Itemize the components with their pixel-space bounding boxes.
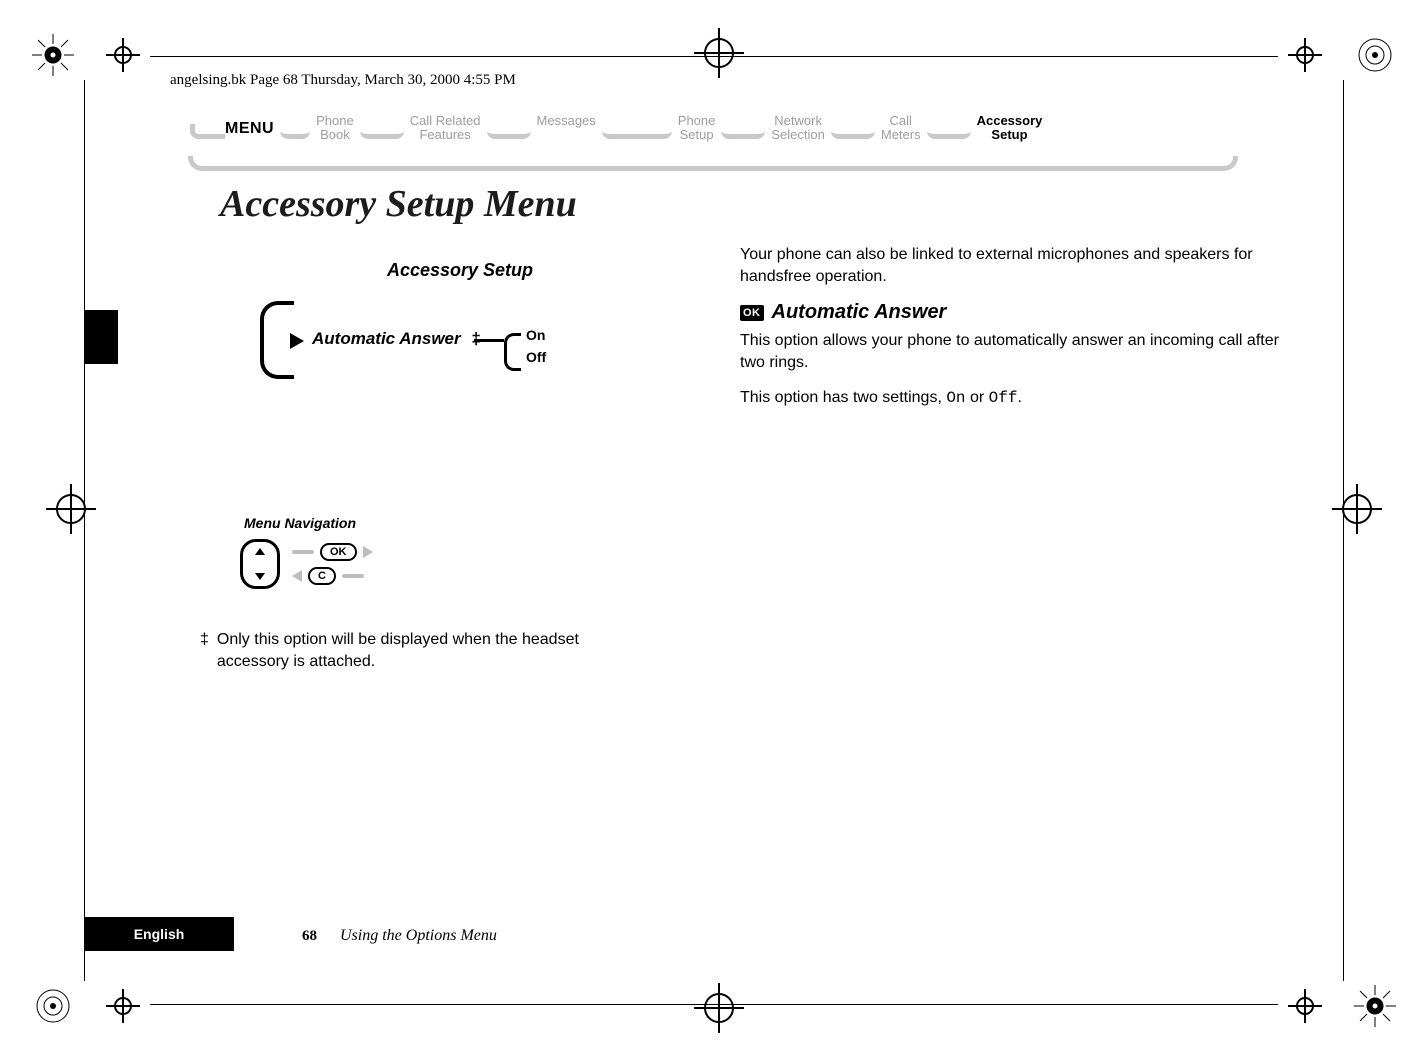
footnote-text: Only this option will be displayed when … (217, 629, 640, 672)
footnote: ‡ Only this option will be displayed whe… (200, 629, 640, 672)
menu-navigation-title: Menu Navigation (244, 515, 680, 531)
crumb-line2: Setup (680, 128, 714, 142)
menu-band: MENU PhoneBook Call RelatedFeatures Mess… (190, 114, 1238, 162)
diagram-heading: Accessory Setup (240, 260, 680, 281)
connector-icon (360, 124, 404, 139)
connector-icon (602, 124, 672, 139)
subheading-automatic-answer: Automatic Answer (772, 301, 947, 324)
bar-icon (342, 574, 364, 578)
connector-icon (190, 124, 225, 139)
ok-button-icon: OK (320, 543, 357, 561)
tree-item-label: Automatic Answer (312, 329, 461, 348)
crumb-line1: Network (774, 114, 822, 128)
code-off: Off (989, 389, 1018, 407)
paragraph-2: This option has two settings, On or Off. (740, 387, 1280, 410)
tree-subline-icon (474, 339, 504, 342)
p2-part-a: This option has two settings, (740, 389, 946, 406)
footer-section-title: Using the Options Menu (340, 927, 497, 945)
register-mark-bottom (690, 979, 748, 1037)
ok-badge-icon: OK (740, 305, 764, 321)
phi-mark-tl (106, 38, 140, 72)
p2-part-mid: or (966, 389, 989, 406)
connector-icon (487, 124, 531, 139)
subheading-row: OK Automatic Answer (740, 301, 1280, 324)
connector-icon (721, 124, 765, 139)
section-tab (84, 310, 118, 364)
page-number: 68 (302, 928, 317, 945)
nav-c-row: C (292, 567, 373, 585)
right-column: Your phone can also be linked to externa… (740, 244, 1280, 424)
nav-ok-row: OK (292, 543, 373, 561)
bar-icon (292, 550, 314, 554)
left-column: Accessory Setup Automatic Answer ‡ On Of… (200, 260, 680, 672)
crumb-line2: Features (419, 128, 470, 142)
code-on: On (946, 389, 965, 407)
crumb-line2: Selection (771, 128, 824, 142)
crop-line-right (1343, 80, 1344, 981)
crumb-messages: Messages (531, 114, 602, 128)
phi-mark-bl (106, 989, 140, 1023)
crop-line-top (150, 56, 1278, 57)
crumb-line1: Messages (537, 114, 596, 128)
dpad-icon (240, 539, 280, 589)
registration-sun-br (1352, 983, 1398, 1029)
menu-tree-diagram: Automatic Answer ‡ On Off (260, 295, 680, 415)
crumb-line1: Call (890, 114, 912, 128)
paragraph-1: This option allows your phone to automat… (740, 330, 1280, 373)
tree-root-bracket-icon (260, 301, 294, 379)
crumb-line2: Meters (881, 128, 921, 142)
crop-line-bottom (150, 1004, 1278, 1005)
p2-part-b: . (1017, 389, 1021, 406)
connector-icon (831, 124, 875, 139)
footnote-mark: ‡ (200, 629, 209, 672)
c-button-icon: C (308, 567, 336, 585)
nav-buttons: OK C (292, 543, 373, 585)
crumb-call-meters: CallMeters (875, 114, 927, 141)
tree-subbracket-icon (504, 333, 521, 371)
connector-icon (280, 124, 310, 139)
connector-icon (927, 124, 971, 139)
crumb-line1: Accessory (977, 114, 1043, 128)
crumb-network-selection: NetworkSelection (765, 114, 830, 141)
crumb-line2: Setup (991, 128, 1027, 142)
crumb-line1: Phone (316, 114, 354, 128)
arrow-left-icon (292, 570, 302, 582)
register-mark-left (42, 480, 100, 538)
registration-sun-tl (30, 32, 76, 78)
crop-line-left (84, 80, 85, 981)
tree-option-on: On (526, 327, 545, 343)
tree-arrow-icon (290, 333, 304, 349)
menu-navigation-block: Menu Navigation OK C (240, 515, 680, 589)
crumb-call-related-features: Call RelatedFeatures (404, 114, 487, 141)
crumb-line1: Call Related (410, 114, 481, 128)
phi-mark-br (1288, 989, 1322, 1023)
phi-mark-tr (1288, 38, 1322, 72)
registration-sun-bl (30, 983, 76, 1029)
page-title: Accessory Setup Menu (220, 182, 577, 226)
registration-sun-tr (1352, 32, 1398, 78)
crumb-phone-book: PhoneBook (310, 114, 360, 141)
tree-option-off: Off (526, 349, 546, 365)
menu-label: MENU (225, 114, 274, 138)
crumb-accessory-setup: AccessorySetup (971, 114, 1049, 141)
register-mark-top (690, 24, 748, 82)
crumb-phone-setup: PhoneSetup (672, 114, 722, 141)
language-tab: English (84, 917, 234, 951)
arrow-right-icon (363, 546, 373, 558)
file-header: angelsing.bk Page 68 Thursday, March 30,… (170, 72, 516, 89)
crumb-line2: Book (320, 128, 350, 142)
crumb-line1: Phone (678, 114, 716, 128)
tree-item-automatic-answer: Automatic Answer ‡ (312, 329, 481, 349)
register-mark-right (1328, 480, 1386, 538)
page: angelsing.bk Page 68 Thursday, March 30,… (0, 0, 1428, 1061)
menu-underbar (188, 156, 1238, 171)
intro-paragraph: Your phone can also be linked to externa… (740, 244, 1280, 287)
